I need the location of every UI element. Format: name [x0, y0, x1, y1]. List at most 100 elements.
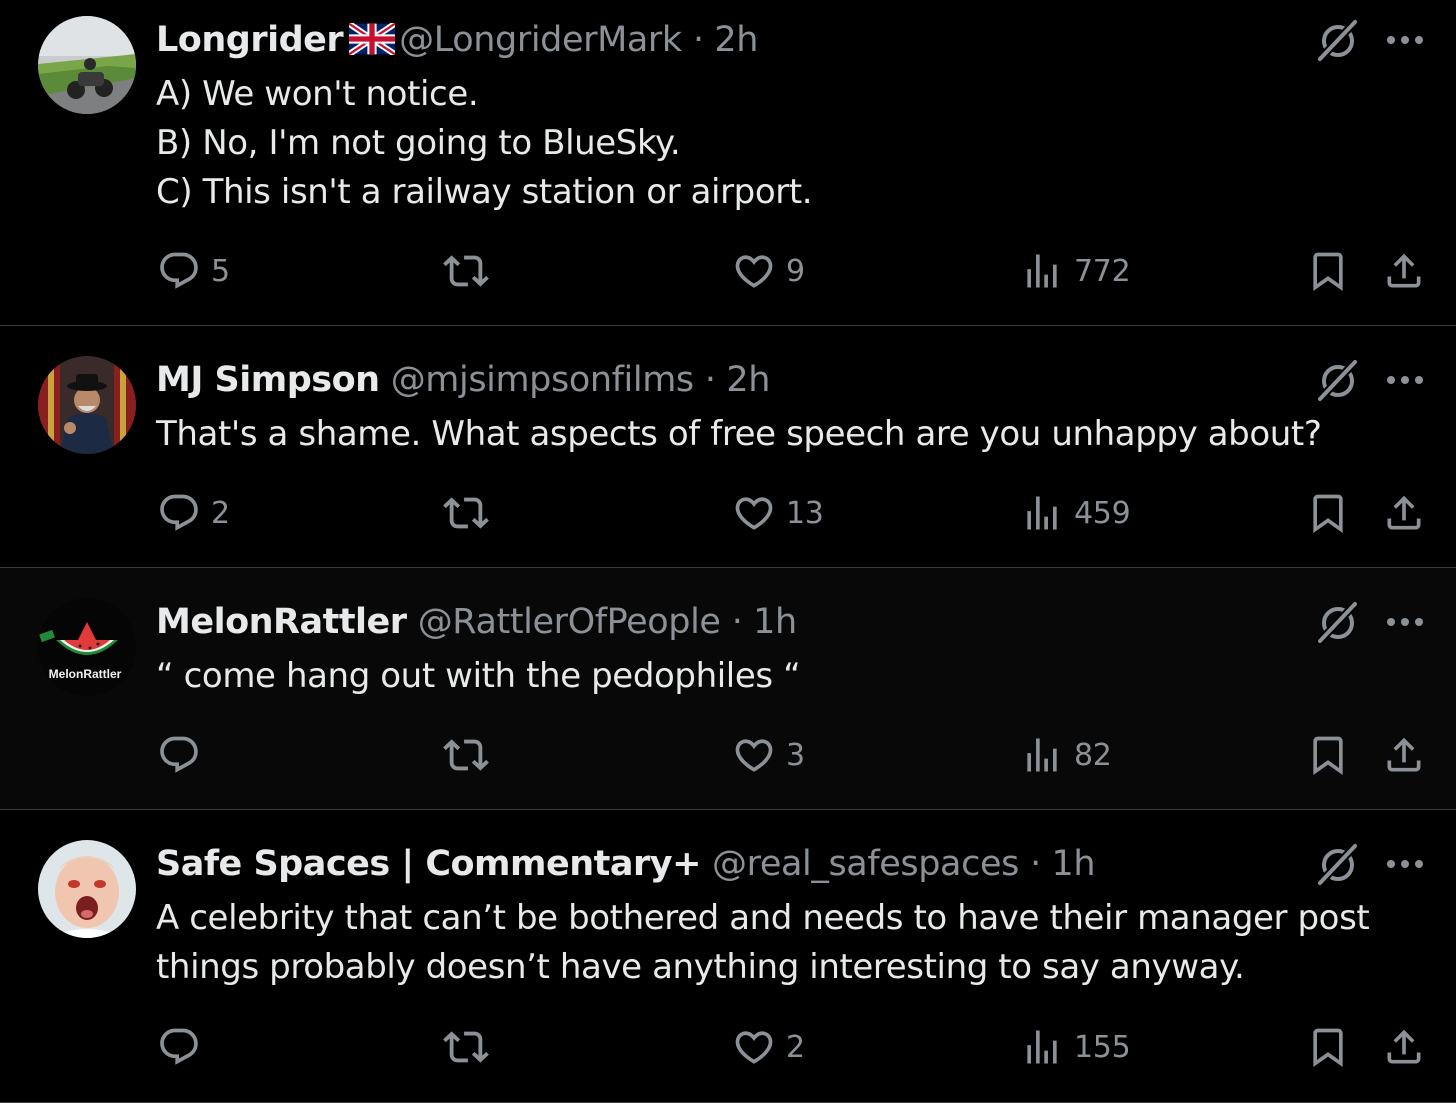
tweet-header: Safe Spaces | Commentary+ @real_safespac… — [156, 842, 1096, 886]
action-bar: 2 13 459 — [0, 488, 1456, 538]
display-name[interactable]: Longrider — [156, 20, 344, 60]
more-options-icon[interactable] — [1384, 612, 1428, 632]
bookmark-button[interactable] — [1306, 1022, 1350, 1072]
user-handle[interactable]: @mjsimpsonfilms — [391, 360, 694, 400]
man-in-hat-avatar-image — [38, 356, 136, 454]
reply-count: 5 — [211, 253, 230, 289]
timestamp[interactable]: · 2h — [705, 360, 771, 400]
like-button[interactable]: 9 — [732, 246, 805, 296]
timestamp[interactable]: · 1h — [732, 602, 798, 642]
reply-feed: Longrider @LongriderMark · 2h A) We won'… — [0, 0, 1456, 1103]
like-count: 2 — [786, 1029, 805, 1065]
share-button[interactable] — [1382, 1022, 1426, 1072]
avatar-melonrattler[interactable]: MelonRattler — [38, 598, 136, 696]
repost-button[interactable] — [443, 1022, 499, 1072]
user-handle[interactable]: @RattlerOfPeople — [418, 602, 721, 642]
tweet-melonrattler[interactable]: MelonRattler MelonRattler @RattlerOfPeop… — [0, 568, 1456, 810]
views-count: 82 — [1074, 737, 1112, 773]
views-icon — [1020, 1025, 1064, 1069]
tweet-text-line: things probably doesn’t have anything in… — [156, 947, 1245, 987]
share-icon — [1382, 733, 1426, 777]
tweet-mjsimpson[interactable]: MJ Simpson @mjsimpsonfilms · 2h That's a… — [0, 326, 1456, 568]
tweet-text: That's a shame. What aspects of free spe… — [156, 410, 1396, 459]
reply-button[interactable]: 5 — [157, 246, 230, 296]
share-button[interactable] — [1382, 730, 1426, 780]
repost-icon — [443, 248, 489, 294]
bookmark-button[interactable] — [1306, 246, 1350, 296]
share-icon — [1382, 1025, 1426, 1069]
bookmark-icon — [1306, 733, 1350, 777]
views-button[interactable]: 155 — [1020, 1022, 1131, 1072]
user-handle[interactable]: @real_safespaces — [712, 844, 1019, 884]
motorcycle-avatar-image — [38, 16, 136, 114]
views-icon — [1020, 733, 1064, 777]
tweet-text-line: That's a shame. What aspects of free spe… — [156, 414, 1322, 454]
like-count: 13 — [786, 495, 824, 531]
grok-icon[interactable] — [1314, 598, 1362, 646]
bookmark-icon — [1306, 491, 1350, 535]
tweet-text-line: A) We won't notice. — [156, 74, 479, 114]
views-icon — [1020, 491, 1064, 535]
display-name[interactable]: Safe Spaces | Commentary+ — [156, 844, 701, 884]
more-options-icon[interactable] — [1384, 854, 1428, 874]
share-button[interactable] — [1382, 488, 1426, 538]
share-icon — [1382, 249, 1426, 293]
reply-button[interactable]: 2 — [157, 488, 230, 538]
avatar-longrider[interactable] — [38, 16, 136, 114]
repost-icon — [443, 732, 489, 778]
repost-button[interactable] — [443, 488, 499, 538]
tweet-header: MelonRattler @RattlerOfPeople · 1h — [156, 600, 797, 644]
repost-icon — [443, 490, 489, 536]
views-button[interactable]: 772 — [1020, 246, 1131, 296]
more-options-icon[interactable] — [1384, 370, 1428, 390]
tweet-longrider[interactable]: Longrider @LongriderMark · 2h A) We won'… — [0, 0, 1456, 326]
tweet-text: A celebrity that can’t be bothered and n… — [156, 894, 1396, 992]
timestamp[interactable]: · 1h — [1030, 844, 1096, 884]
share-icon — [1382, 491, 1426, 535]
like-button[interactable]: 3 — [732, 730, 805, 780]
share-button[interactable] — [1382, 246, 1426, 296]
bookmark-icon — [1306, 249, 1350, 293]
repost-button[interactable] — [443, 730, 499, 780]
action-bar: 3 82 — [0, 730, 1456, 780]
tweet-text-line: C) This isn't a railway station or airpo… — [156, 172, 813, 212]
reply-count: 2 — [211, 495, 230, 531]
more-options-icon[interactable] — [1384, 30, 1428, 50]
repost-icon — [443, 1024, 489, 1070]
display-name[interactable]: MelonRattler — [156, 602, 407, 642]
like-button[interactable]: 13 — [732, 488, 824, 538]
tweet-safespaces[interactable]: Safe Spaces | Commentary+ @real_safespac… — [0, 810, 1456, 1103]
tweet-header: MJ Simpson @mjsimpsonfilms · 2h — [156, 358, 770, 402]
grok-icon[interactable] — [1314, 840, 1362, 888]
grok-icon[interactable] — [1314, 356, 1362, 404]
display-name[interactable]: MJ Simpson — [156, 360, 380, 400]
like-icon — [732, 491, 776, 535]
avatar-mjsimpson[interactable] — [38, 356, 136, 454]
reply-button[interactable] — [157, 730, 211, 780]
avatar-safespaces[interactable] — [38, 840, 136, 938]
views-count: 459 — [1074, 495, 1131, 531]
reply-button[interactable] — [157, 1022, 211, 1072]
like-icon — [732, 733, 776, 777]
like-button[interactable]: 2 — [732, 1022, 805, 1072]
tweet-header: Longrider @LongriderMark · 2h — [156, 18, 758, 66]
views-button[interactable]: 82 — [1020, 730, 1112, 780]
like-count: 9 — [786, 253, 805, 289]
user-handle[interactable]: @LongriderMark — [399, 20, 682, 60]
views-count: 155 — [1074, 1029, 1131, 1065]
tweet-text: A) We won't notice. B) No, I'm not going… — [156, 70, 1396, 217]
grok-icon[interactable] — [1314, 16, 1362, 64]
views-button[interactable]: 459 — [1020, 488, 1131, 538]
watermelon-logo-avatar-image: MelonRattler — [38, 598, 136, 696]
bookmark-button[interactable] — [1306, 730, 1350, 780]
timestamp[interactable]: · 2h — [693, 20, 759, 60]
bookmark-icon — [1306, 1025, 1350, 1069]
bookmark-button[interactable] — [1306, 488, 1350, 538]
tweet-text-line: B) No, I'm not going to BlueSky. — [156, 123, 681, 163]
reply-icon — [157, 733, 201, 777]
tweet-text-line: A celebrity that can’t be bothered and n… — [156, 898, 1370, 938]
tweet-text-line: “ come hang out with the pedophiles “ — [156, 656, 801, 696]
union-jack-flag-icon — [347, 21, 397, 66]
repost-button[interactable] — [443, 246, 499, 296]
reply-icon — [157, 1025, 201, 1069]
